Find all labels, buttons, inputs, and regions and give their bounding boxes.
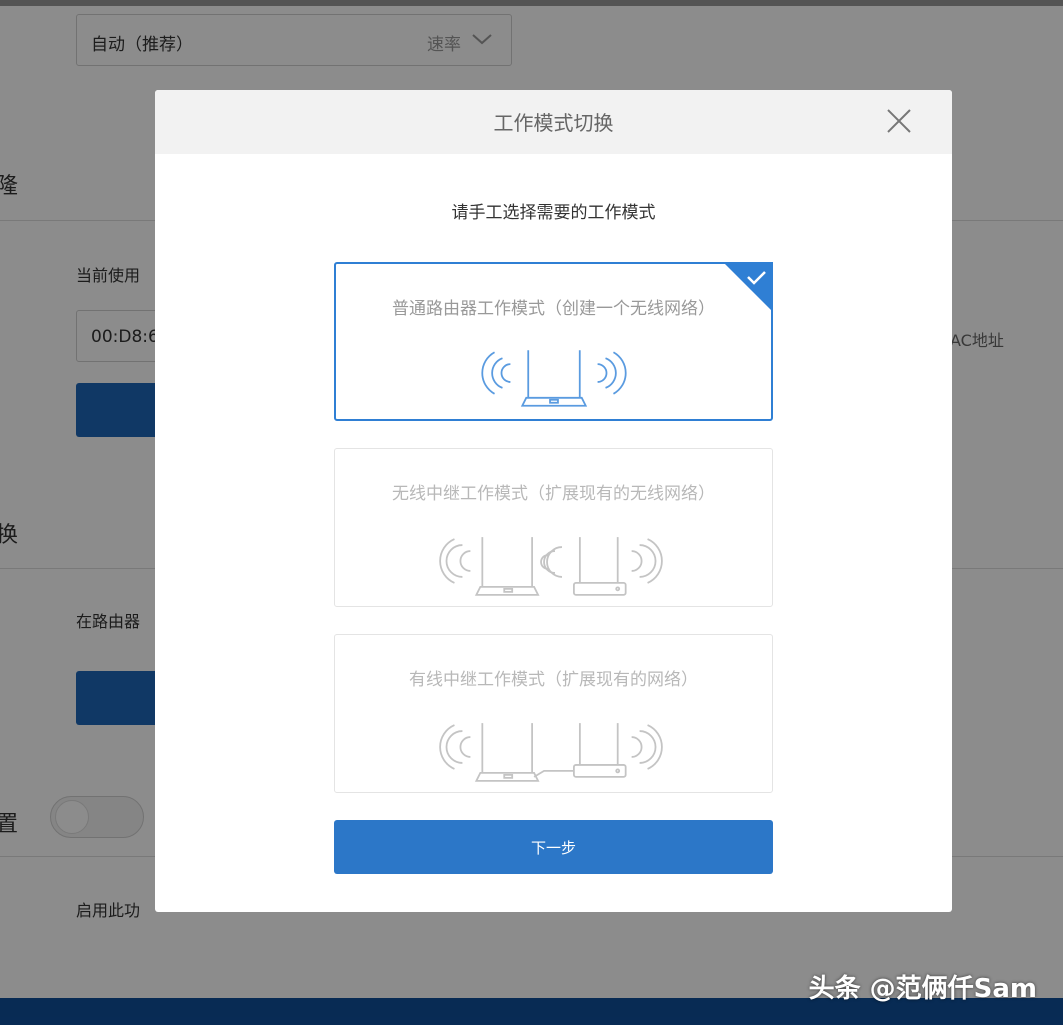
dialog-header: 工作模式切换 — [155, 90, 952, 154]
next-step-button[interactable]: 下一步 — [334, 820, 773, 874]
option-label: 普通路由器工作模式（创建一个无线网络） — [392, 299, 715, 319]
option-router-mode[interactable]: 普通路由器工作模式（创建一个无线网络） — [334, 262, 773, 421]
close-icon[interactable] — [886, 108, 912, 134]
option-label: 无线中继工作模式（扩展现有的无线网络） — [392, 484, 715, 504]
option-label: 有线中继工作模式（扩展现有的网络） — [409, 670, 698, 690]
dialog-subtitle: 请手工选择需要的工作模式 — [451, 203, 656, 223]
option-wireless-repeater[interactable]: 无线中继工作模式（扩展现有的无线网络） — [334, 448, 773, 607]
watermark: 头条 @范俩仟Sam — [808, 974, 1037, 1004]
wired-repeater-icon — [439, 723, 663, 782]
dialog-title: 工作模式切换 — [493, 111, 614, 135]
option-wired-repeater[interactable]: 有线中继工作模式（扩展现有的网络） — [334, 634, 773, 793]
check-icon — [723, 262, 773, 312]
work-mode-dialog: 工作模式切换 请手工选择需要的工作模式 普通路由器工作模式（创建一个无线网络） — [155, 90, 952, 912]
wireless-repeater-icon — [439, 537, 663, 596]
router-icon — [481, 350, 627, 407]
